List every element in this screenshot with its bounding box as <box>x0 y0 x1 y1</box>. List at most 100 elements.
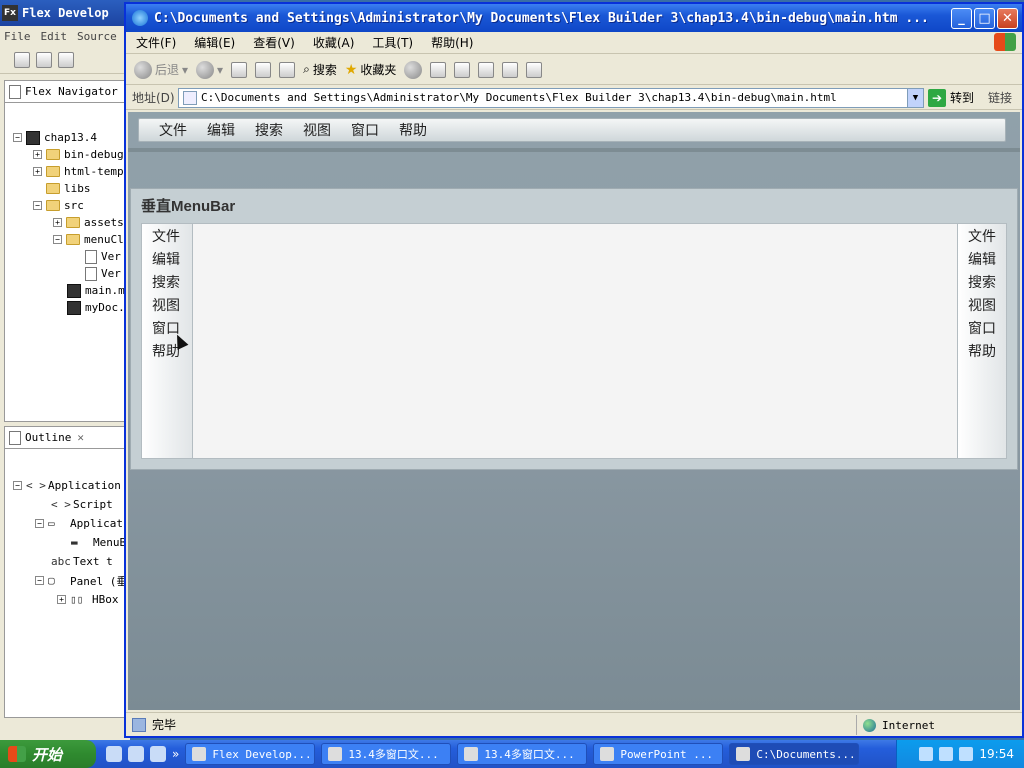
close-icon[interactable]: ✕ <box>77 431 84 444</box>
task-button-folder[interactable]: 13.4多窗口文... <box>321 743 452 765</box>
refresh-icon[interactable] <box>255 61 272 78</box>
vmenu-item-file[interactable]: 文件 <box>968 226 996 246</box>
hmenu-item-file[interactable]: 文件 <box>159 120 187 140</box>
onenote-icon[interactable] <box>526 61 543 78</box>
ie-menu-view[interactable]: 查看(V) <box>253 34 295 51</box>
ie-menu-tools[interactable]: 工具(T) <box>372 34 413 51</box>
firefox-quicklaunch-icon[interactable] <box>150 746 166 762</box>
outline-item[interactable]: − ▢ Panel (垂 <box>35 572 127 589</box>
network-icon[interactable] <box>939 747 954 761</box>
flex-menu-edit[interactable]: Edit <box>41 30 68 43</box>
collapse-icon[interactable]: − <box>35 576 44 585</box>
vmenu-item-file[interactable]: 文件 <box>152 226 180 246</box>
history-icon[interactable] <box>404 60 423 79</box>
flex-app-icon <box>192 747 207 761</box>
outline-item[interactable]: < > Script <box>51 496 113 513</box>
collapse-icon[interactable]: − <box>33 201 42 210</box>
expand-icon[interactable]: + <box>53 218 62 227</box>
outline-item[interactable]: abc Text t <box>51 553 113 570</box>
collapse-icon[interactable]: − <box>53 235 62 244</box>
page-icon <box>183 90 197 105</box>
task-button-ie[interactable]: C:\Documents... <box>729 743 860 765</box>
vmenu-item-edit[interactable]: 编辑 <box>968 249 996 269</box>
collapse-icon[interactable]: − <box>13 133 22 142</box>
flex-navigator-tab[interactable]: Flex Navigator <box>4 80 128 102</box>
new-icon[interactable] <box>14 51 30 68</box>
collapse-icon[interactable]: − <box>13 481 22 490</box>
tree-item-libs[interactable]: libs <box>46 180 91 197</box>
ie-menu-edit[interactable]: 编辑(E) <box>194 34 235 51</box>
task-button-powerpoint[interactable]: PowerPoint ... <box>593 743 724 765</box>
outline-item[interactable]: − < > Application <box>13 477 121 494</box>
vmenu-item-search[interactable]: 搜索 <box>152 272 180 292</box>
task-button-powerpoint-doc[interactable]: 13.4多窗口文... <box>457 743 588 765</box>
vmenu-item-search[interactable]: 搜索 <box>968 272 996 292</box>
onenote-icon[interactable] <box>502 61 519 78</box>
tree-item-html-template[interactable]: + html-temp <box>33 163 124 180</box>
vmenu-item-help[interactable]: 帮助 <box>968 341 996 361</box>
ie-menu-file[interactable]: 文件(F) <box>136 34 176 51</box>
outline-tab[interactable]: Outline ✕ <box>4 426 128 448</box>
tree-item-mydoc-mxml[interactable]: myDoc. <box>67 299 125 316</box>
ie-quicklaunch-icon[interactable] <box>106 746 122 762</box>
vmenu-item-view[interactable]: 视图 <box>152 295 180 315</box>
expand-icon[interactable]: + <box>33 167 42 176</box>
hmenu-item-search[interactable]: 搜索 <box>255 120 283 140</box>
outline-item[interactable]: − ▭ Applicat <box>35 515 123 532</box>
outline-item[interactable]: + ▯▯ HBox <box>57 591 119 608</box>
chevron-right-icon[interactable]: » <box>172 747 179 761</box>
desktop-quicklaunch-icon[interactable] <box>128 746 144 762</box>
forward-button[interactable]: ▾ <box>196 60 223 79</box>
maximize-button[interactable]: □ <box>974 7 995 29</box>
tree-item-menuclass[interactable]: − menuCl <box>53 231 124 248</box>
hmenu-item-help[interactable]: 帮助 <box>399 120 427 140</box>
stop-icon[interactable] <box>231 61 248 78</box>
hmenu-item-view[interactable]: 视图 <box>303 120 331 140</box>
edit-icon[interactable] <box>478 61 495 78</box>
flex-menu-file[interactable]: File <box>4 30 31 43</box>
print-icon[interactable] <box>58 51 74 68</box>
chevron-down-icon[interactable]: ▼ <box>907 88 923 107</box>
print-icon[interactable] <box>454 61 471 78</box>
flex-menu-source[interactable]: Source <box>77 30 117 43</box>
hmenu-item-edit[interactable]: 编辑 <box>207 120 235 140</box>
tree-item-main-mxml[interactable]: main.m <box>67 282 125 299</box>
tree-item-src[interactable]: − src <box>33 197 84 214</box>
address-input[interactable]: C:\Documents and Settings\Administrator\… <box>178 87 924 108</box>
home-icon[interactable] <box>279 61 296 78</box>
tree-item-project[interactable]: − chap13.4 <box>13 129 97 146</box>
flex-app-icon: Fx <box>2 5 18 21</box>
tree-item-assets[interactable]: + assets <box>53 214 124 231</box>
expand-icon[interactable]: + <box>33 150 42 159</box>
tag-icon: < > <box>26 479 46 492</box>
vmenu-item-window[interactable]: 窗口 <box>968 318 996 338</box>
back-button[interactable]: 后退 ▾ <box>134 60 188 79</box>
links-button[interactable]: 链接 <box>988 89 1012 106</box>
outline-item[interactable]: ▬ MenuB <box>71 534 126 551</box>
search-button[interactable]: ⌕ 搜索 <box>303 61 337 78</box>
tree-item-bin-debug[interactable]: + bin-debug <box>33 146 124 163</box>
keyboard-icon[interactable] <box>919 747 934 761</box>
hmenu-item-window[interactable]: 窗口 <box>351 120 379 140</box>
ie-titlebar[interactable]: C:\Documents and Settings\Administrator\… <box>126 4 1022 32</box>
tree-item-file[interactable]: Ver <box>85 248 121 265</box>
vmenu-item-edit[interactable]: 编辑 <box>152 249 180 269</box>
minimize-button[interactable]: _ <box>951 7 972 29</box>
expand-icon[interactable]: + <box>57 595 66 604</box>
ie-menu-favorites[interactable]: 收藏(A) <box>313 34 355 51</box>
clock[interactable]: 19:54 <box>979 747 1014 761</box>
outline-item-label: MenuB <box>93 536 127 549</box>
ie-menu-help[interactable]: 帮助(H) <box>431 34 473 51</box>
save-icon[interactable] <box>36 51 52 68</box>
favorites-button[interactable]: ★ 收藏夹 <box>345 61 397 78</box>
close-button[interactable]: ✕ <box>997 7 1018 29</box>
flex-titlebar[interactable]: Fx Flex Develop <box>0 0 130 26</box>
wireless-icon[interactable] <box>959 747 974 761</box>
tree-item-file[interactable]: Ver <box>85 265 121 282</box>
go-button[interactable]: ➔ 转到 <box>928 88 974 107</box>
vmenu-item-view[interactable]: 视图 <box>968 295 996 315</box>
task-button-flex[interactable]: Flex Develop... <box>185 743 316 765</box>
mail-icon[interactable] <box>430 61 447 78</box>
collapse-icon[interactable]: − <box>35 519 44 528</box>
start-button[interactable]: 开始 <box>0 740 96 768</box>
